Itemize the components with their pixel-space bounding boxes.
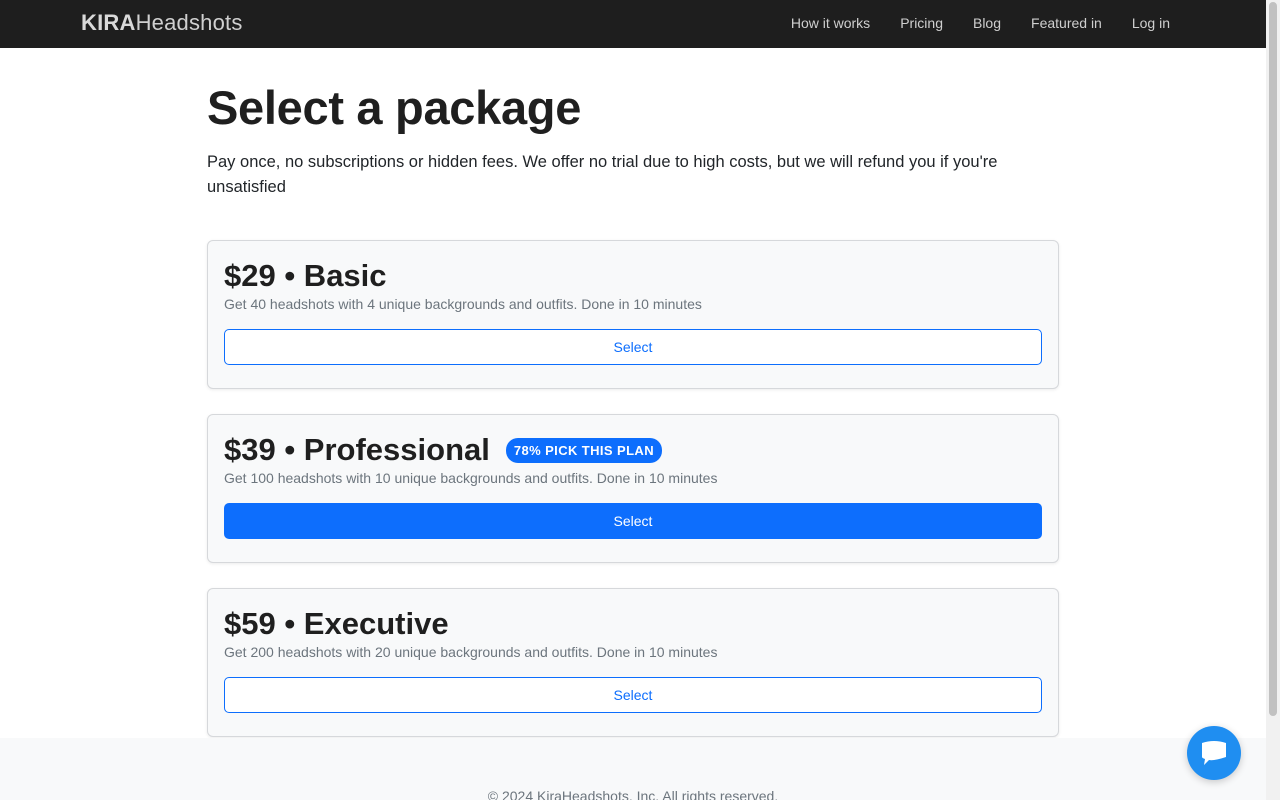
- page-subtitle: Pay once, no subscriptions or hidden fee…: [207, 153, 998, 196]
- page: KIRAHeadshots How it works Pricing Blog …: [0, 0, 1280, 800]
- nav-links: How it works Pricing Blog Featured in Lo…: [791, 14, 1170, 32]
- package-card-professional: $39 • Professional 78% PICK THIS PLAN Ge…: [207, 414, 1059, 563]
- nav-how-it-works[interactable]: How it works: [791, 14, 870, 32]
- package-title-text: $29 • Basic: [224, 258, 387, 293]
- package-title: $39 • Professional 78% PICK THIS PLAN: [224, 431, 662, 469]
- nav-featured-in[interactable]: Featured in: [1031, 14, 1102, 32]
- package-description: Get 40 headshots with 4 unique backgroun…: [224, 296, 702, 312]
- nav-pricing[interactable]: Pricing: [900, 14, 943, 32]
- brand-bold: KIRA: [81, 10, 136, 35]
- scrollbar-thumb[interactable]: [1269, 2, 1277, 716]
- chat-bubble-icon: [1202, 741, 1226, 765]
- package-title-text: $59 • Executive: [224, 606, 449, 641]
- chat-button[interactable]: [1187, 726, 1241, 780]
- brand-light: Headshots: [135, 10, 243, 35]
- nav-blog[interactable]: Blog: [973, 14, 1001, 32]
- select-basic-button[interactable]: Select: [224, 329, 1042, 365]
- brand-logo[interactable]: KIRAHeadshots: [81, 10, 243, 36]
- copyright-text: © 2024 KiraHeadshots, Inc. All rights re…: [487, 788, 779, 800]
- package-title-text: $39 • Professional: [224, 432, 490, 467]
- navbar: KIRAHeadshots How it works Pricing Blog …: [0, 0, 1266, 48]
- footer: © 2024 KiraHeadshots, Inc. All rights re…: [0, 738, 1266, 800]
- nav-log-in[interactable]: Log in: [1132, 14, 1170, 32]
- page-title: Select a package: [207, 81, 582, 134]
- main-content: Select a package Pay once, no subscripti…: [207, 48, 1059, 200]
- package-title: $59 • Executive: [224, 605, 449, 643]
- popular-badge: 78% PICK THIS PLAN: [505, 437, 662, 463]
- package-title: $29 • Basic: [224, 257, 387, 295]
- package-description: Get 100 headshots with 10 unique backgro…: [224, 470, 718, 486]
- package-description: Get 200 headshots with 20 unique backgro…: [224, 644, 718, 660]
- package-card-basic: $29 • Basic Get 40 headshots with 4 uniq…: [207, 240, 1059, 389]
- package-card-executive: $59 • Executive Get 200 headshots with 2…: [207, 588, 1059, 737]
- select-professional-button[interactable]: Select: [224, 503, 1042, 539]
- select-executive-button[interactable]: Select: [224, 677, 1042, 713]
- scrollbar[interactable]: [1266, 0, 1280, 800]
